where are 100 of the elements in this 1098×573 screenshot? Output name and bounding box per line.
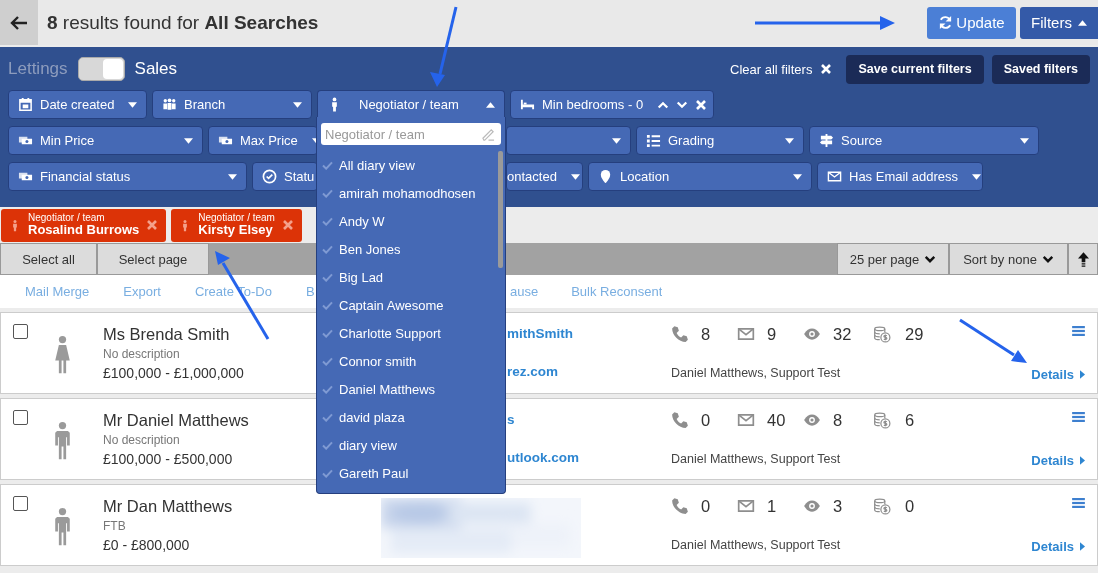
dropdown-option[interactable]: Andy W [322,207,505,235]
dropdown-option[interactable]: Ben Jones [322,235,505,263]
caret-icon [1080,456,1085,465]
results-heading: 8 results found for All Searches [47,11,319,34]
select-button[interactable]: Select page [97,243,209,275]
checkbox[interactable] [13,410,28,425]
filter-dropdown[interactable]: Location [588,162,812,191]
stepper-label: Min bedrooms - 0 [542,97,644,112]
active-filter-tag[interactable]: Negotiator / team Kirsty Elsey [171,208,302,242]
caret-icon [612,137,621,144]
menu-icon[interactable] [1072,498,1085,508]
menu-icon[interactable] [1072,326,1085,336]
contact-link[interactable]: mithSmith [507,325,671,343]
filter-dropdown[interactable]: Negotiator / team [317,90,505,119]
contact-description: FTB [103,518,127,535]
caret-icon [293,101,302,108]
filter-dropdown[interactable]: Branch [152,90,312,119]
stat-count: 0 [701,410,712,430]
tag-value: Rosalind Burrows [28,223,140,238]
filter-dropdown[interactable]: ontacted [506,162,583,191]
price-range: £100,000 - £1,000,000 [103,364,244,383]
tag-caption: Negotiator / team [28,212,106,224]
woman-figure-icon [53,335,72,375]
mode-label: Sales [134,59,178,79]
signpost-icon [819,133,834,148]
calendar-icon [18,97,33,112]
list-icon [646,133,661,148]
upload-arrow-icon [1077,251,1089,267]
negotiator-names: Daniel Matthews, Support Test [671,538,842,552]
search-field[interactable]: Negotiator / team [321,123,501,145]
filters-button[interactable]: Filters [1020,6,1098,39]
contact-link[interactable]: s [507,411,671,429]
contact-link[interactable]: rez.com [507,363,671,381]
stat-count: 40 [767,410,787,430]
saved-filters-button[interactable]: Save current filters [846,54,984,84]
filter-dropdown[interactable]: Source [809,126,1039,155]
stat-count: 32 [833,324,853,344]
man-figure-icon [53,421,72,461]
sort-dropdown[interactable]: Sort by none [949,243,1068,275]
dropdown-option[interactable]: diary view [322,431,505,459]
filter-dropdown[interactable]: Statu [252,162,318,191]
filter-dropdown[interactable]: Max Price [208,126,318,155]
envelope-icon [827,169,842,184]
details-link[interactable]: Details [1031,453,1085,468]
map-pin-icon [598,169,613,184]
coins-icon [873,497,891,515]
saved-filters-button[interactable]: Saved filters [991,54,1090,84]
mode-toggle[interactable] [77,57,125,81]
tag-caption: Negotiator / team [198,212,275,224]
stat-count: 29 [905,324,925,344]
people-icon [162,97,177,112]
dropdown-option[interactable]: Captain Awesome [322,291,505,319]
mode-label: Lettings [8,59,68,79]
bedrooms-stepper[interactable]: Min bedrooms - 0 [510,90,714,119]
details-link[interactable]: Details [1031,539,1085,554]
chevron-down-icon [924,254,937,264]
dropdown-option[interactable]: amirah mohamodhosen [322,179,505,207]
menu-icon[interactable] [1072,412,1085,422]
dropdown-option[interactable]: Gareth Paul [322,459,505,487]
caret-icon [793,173,802,180]
dropdown-option[interactable]: Charlotte Support [322,319,505,347]
contact-link[interactable]: utlook.com [507,449,671,467]
dropdown-option[interactable]: david plaza [322,403,505,431]
per-page-dropdown[interactable]: 25 per page [837,243,949,275]
checkbox[interactable] [13,496,28,511]
caret-icon [228,173,237,180]
negotiator-names: Daniel Matthews, Support Test [671,452,842,466]
filter-dropdown[interactable]: Date created [8,90,147,119]
select-button[interactable]: Select all [0,243,97,275]
check-circle-icon [262,169,277,184]
sort-direction-button[interactable] [1068,243,1098,275]
checkbox[interactable] [13,324,28,339]
contact-name: Ms Brenda Smith [103,324,231,345]
filter-dropdown[interactable]: Financial status [8,162,247,191]
back-button[interactable] [0,0,38,45]
eraser-icon [482,128,495,141]
refresh-icon [938,15,954,30]
filter-dropdown[interactable]: Min Price [8,126,203,155]
dropdown-option[interactable]: Connor smith [322,347,505,375]
envelope-icon [737,497,755,515]
active-filter-tag[interactable]: Negotiator / team Rosalind Burrows [1,208,167,242]
filter-dropdown[interactable]: Has Email address [817,162,983,191]
caret-icon [1080,542,1085,551]
man-figure-icon [53,507,72,547]
dropdown-option[interactable]: Daniel Matthews [322,375,505,403]
update-button[interactable]: Update [927,6,1016,39]
dropdown-option[interactable]: Big Lad [322,263,505,291]
dropdown-option[interactable]: All diary view [322,151,505,179]
caret-icon [486,101,495,108]
clear-filters-button[interactable]: Clear all filters [730,61,839,77]
stat-count: 6 [905,410,916,430]
price-range: £100,000 - £500,000 [103,450,234,469]
stat-count: 8 [701,324,712,344]
negotiator-names: Daniel Matthews, Support Test [671,366,842,380]
filter-dropdown[interactable]: Grading [636,126,804,155]
caret-icon [1080,370,1085,379]
details-link[interactable]: Details [1031,367,1085,382]
contact-description: No description [103,346,181,363]
envelope-icon [737,411,755,429]
stat-count: 1 [767,496,778,516]
